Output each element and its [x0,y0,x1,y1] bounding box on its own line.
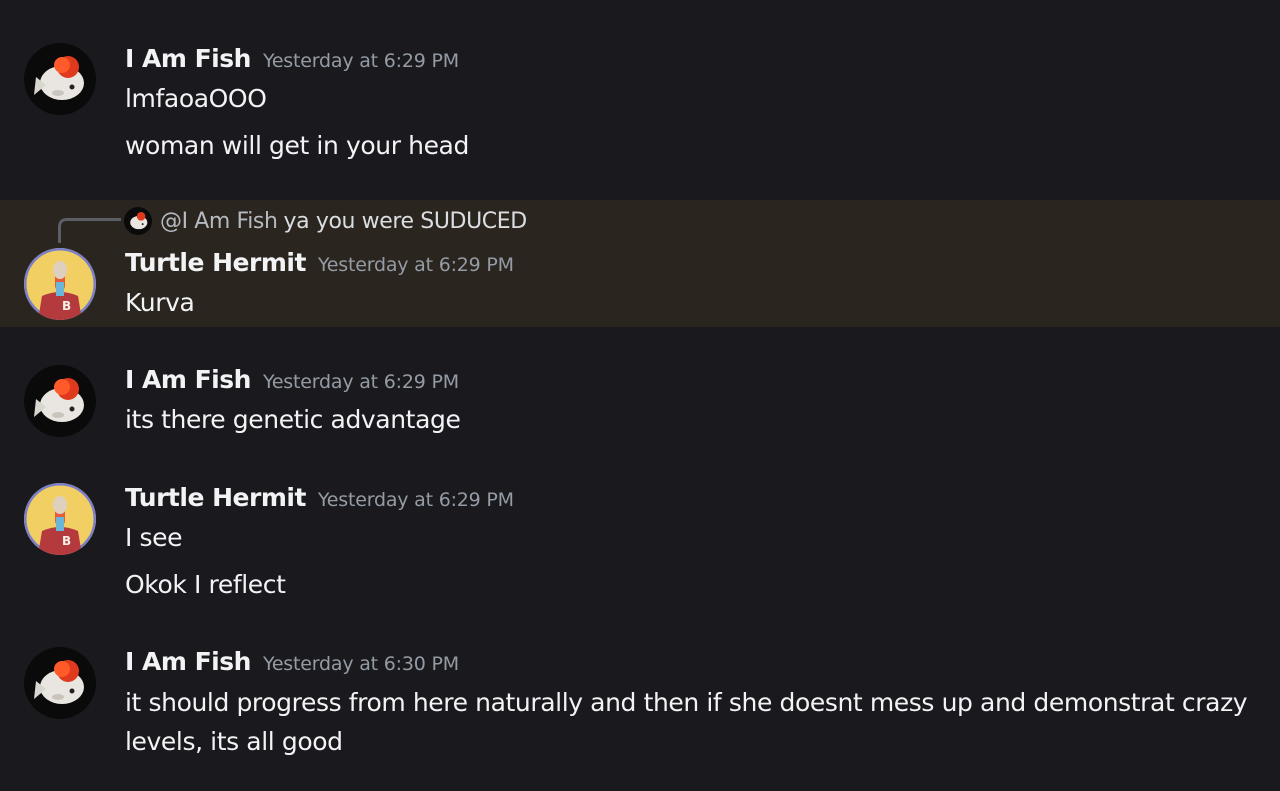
svg-text:B: B [62,534,71,548]
message-text: it should progress from here naturally a… [125,688,1248,756]
message-group-highlighted: @I Am Fish ya you were SUDUCED B Turtle … [0,200,1280,327]
turtle-hermit-avatar[interactable]: B [24,248,96,320]
username[interactable]: I Am Fish [125,647,251,676]
svg-text:B: B [62,299,71,313]
username[interactable]: I Am Fish [125,365,251,394]
message-text: Okok I reflect [125,570,286,599]
chat-messages: I Am Fish Yesterday at 6:29 PM lmfaoaOOO … [0,0,1280,791]
turtle-hermit-avatar[interactable]: B [24,483,96,555]
goldfish-avatar[interactable] [24,647,96,719]
timestamp: Yesterday at 6:29 PM [317,254,514,276]
timestamp: Yesterday at 6:29 PM [262,371,459,393]
username[interactable]: Turtle Hermit [125,483,306,512]
username[interactable]: I Am Fish [125,44,251,73]
timestamp: Yesterday at 6:29 PM [317,489,514,511]
timestamp: Yesterday at 6:29 PM [262,50,459,72]
reply-spine [58,218,121,243]
message-group: I Am Fish Yesterday at 6:29 PM lmfaoaOOO … [0,0,1280,200]
reply-mention[interactable]: @I Am Fish [160,209,278,234]
message-text: lmfaoaOOO [125,84,267,113]
goldfish-avatar-small [124,207,152,235]
message-text: Kurva [125,288,195,317]
message-group: I Am Fish Yesterday at 6:29 PM its there … [0,327,1280,457]
reply-text[interactable]: ya you were SUDUCED [284,209,528,234]
goldfish-avatar[interactable] [24,365,96,437]
message-text: woman will get in your head [125,131,469,160]
username[interactable]: Turtle Hermit [125,248,306,277]
reply-preview[interactable]: @I Am Fish ya you were SUDUCED [124,206,527,236]
message-text: its there genetic advantage [125,405,461,434]
message-text: I see [125,523,183,552]
timestamp: Yesterday at 6:30 PM [262,653,459,675]
message-group: I Am Fish Yesterday at 6:30 PM it should … [0,627,1280,791]
message-group: B Turtle Hermit Yesterday at 6:29 PM I se… [0,457,1280,627]
goldfish-avatar[interactable] [24,43,96,115]
